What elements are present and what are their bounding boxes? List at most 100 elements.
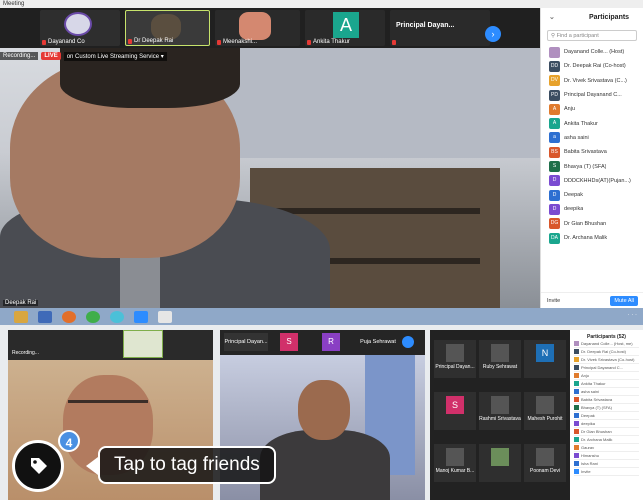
participant-row[interactable]: PD Principal Dayanand C... <box>541 88 643 102</box>
participant-row[interactable]: a asha saini <box>541 131 643 145</box>
participant-row[interactable]: Himanshu <box>574 452 639 460</box>
participant-name: Dr. Archana Malik <box>564 235 608 241</box>
chevron-down-icon[interactable]: ⌄ <box>549 13 555 21</box>
participant-row[interactable]: A Anju <box>541 102 643 116</box>
participant-row[interactable]: A Ankita Thakur <box>541 116 643 130</box>
participant-avatar: DA <box>549 232 560 244</box>
invite-button[interactable]: Invite <box>547 298 560 304</box>
live-stream-bar: Recording... LIVE on Custom Live Streami… <box>0 50 167 62</box>
next-page-arrow-icon[interactable]: › <box>485 26 501 42</box>
folder-icon[interactable] <box>14 310 28 323</box>
participant-search-input[interactable]: ⚲ Find a participant <box>547 30 637 41</box>
participant-row[interactable]: Babita Srivastava <box>574 396 639 404</box>
gallery-tile[interactable]: Poonam Devi <box>524 444 566 482</box>
participant-row[interactable]: Dr. Archana Malik <box>574 436 639 444</box>
participant-row[interactable]: Isha Rani <box>574 460 639 468</box>
speaker-suit <box>260 430 390 500</box>
tile-avatar <box>536 448 554 466</box>
paint-icon[interactable] <box>158 310 172 323</box>
participant-row[interactable]: D Deepak <box>541 188 643 202</box>
participant-avatar: PD <box>549 89 560 101</box>
gallery-tile[interactable]: N <box>524 340 566 378</box>
participant-row[interactable]: DV Dr. Vivek Srivastava (C...) <box>541 74 643 88</box>
participant-row[interactable]: Bhavya (T) (SFA) <box>574 404 639 412</box>
speaker-name-label: Deepak Rai <box>3 300 39 306</box>
participant-row[interactable]: Dr. Deepak Rai (Co-host) <box>574 348 639 356</box>
video-thumbnail[interactable]: Meenakshi... <box>215 10 300 46</box>
tile-avatar: N <box>536 344 554 362</box>
participant-row[interactable]: Deepak <box>574 412 639 420</box>
live-service-dropdown[interactable]: on Custom Live Streaming Service ▾ <box>63 51 167 61</box>
system-tray: · · · <box>627 312 637 318</box>
gallery-tile[interactable]: Ruby Sehrawat <box>479 340 521 378</box>
video-thumbnail[interactable]: A Ankita Thakur <box>305 10 385 46</box>
gallery-tile[interactable]: S <box>434 392 476 430</box>
participant-name: Deepak <box>564 192 583 199</box>
participant-avatar: A <box>333 12 359 38</box>
participant-name: asha saini <box>564 134 589 141</box>
participant-row[interactable]: D DDDCKHHDs(AT)(Pujan...) <box>541 174 643 188</box>
tag-friends-tooltip[interactable]: Tap to tag friends <box>98 446 276 484</box>
zoom-icon[interactable] <box>134 310 148 323</box>
participant-row[interactable]: Dr. Vivek Srivastava (Co-host) <box>574 356 639 364</box>
participant-row[interactable]: Ddeepika <box>541 202 643 216</box>
panel-footer: Invite Mute All <box>541 292 643 308</box>
participant-name: Dr Gian Bhushan <box>581 429 612 434</box>
browser-icon[interactable] <box>110 310 124 323</box>
participant-avatar <box>574 405 579 411</box>
media-icon[interactable] <box>38 310 52 323</box>
participant-avatar <box>574 381 579 387</box>
video-thumbnail[interactable]: Dayanand Co <box>40 10 120 46</box>
gallery-tile[interactable]: Mahesh Purohit <box>524 392 566 430</box>
participant-row[interactable]: asha saini <box>574 388 639 396</box>
gallery-tile[interactable]: Rashmi Srivastava <box>479 392 521 430</box>
participant-name: Anju <box>564 106 576 113</box>
screenshot-thumbnail-3: Principal Dayan... Ruby Sehrawat N S Rashmi … <box>430 330 643 500</box>
participant-row[interactable]: Anju <box>574 372 639 380</box>
participant-row[interactable]: Ankita Thakur <box>574 380 639 388</box>
participant-avatar: A <box>549 118 560 130</box>
participant-row[interactable]: BS Babita Srivastava <box>541 145 643 159</box>
muted-mic-icon <box>392 40 396 45</box>
mute-all-button[interactable]: Mute All <box>610 295 638 306</box>
participant-row[interactable]: Dayanand Colle... (Host, me) <box>574 340 639 348</box>
gallery-tile[interactable] <box>479 444 521 482</box>
participant-video <box>239 12 271 40</box>
participant-name: Dr. Deepak Rai (Co-host) <box>564 63 626 70</box>
muted-mic-icon <box>217 40 221 45</box>
chrome-icon[interactable] <box>86 310 100 323</box>
participant-name: Deepak <box>581 413 595 418</box>
tile-label: Mahesh Purohit <box>527 416 563 422</box>
participant-row[interactable]: Principal Dayanand C... <box>574 364 639 372</box>
participant-row[interactable]: Gaurav <box>574 444 639 452</box>
participant-row[interactable]: deepika <box>574 420 639 428</box>
tile-label: Principal Dayan... <box>224 333 268 351</box>
participant-row[interactable]: DA Dr. Archana Malik <box>541 231 643 245</box>
participant-avatar: S <box>549 161 560 173</box>
participant-row[interactable]: DG Dr Gian Bhushan <box>541 217 643 231</box>
participant-name: Principal Dayanand C... <box>581 365 624 370</box>
participant-avatar: DV <box>549 75 560 87</box>
participant-avatar: D <box>549 189 560 201</box>
participant-row[interactable]: Dayanand Colle... (Host) <box>541 45 643 59</box>
video-thumbnail[interactable]: Dr Deepak Rai <box>125 10 210 46</box>
tile-avatar <box>536 396 554 414</box>
participant-name: Principal Dayanand C... <box>564 92 622 99</box>
gallery-tile[interactable]: Manoj Kumar B... <box>434 444 476 482</box>
participant-row[interactable]: Dr Gian Bhushan <box>574 428 639 436</box>
participant-row[interactable]: DD Dr. Deepak Rai (Co-host) <box>541 59 643 73</box>
video-thumbnail[interactable]: Principal Dayan... <box>390 10 490 46</box>
participant-name: Ankita Thakur <box>564 120 598 127</box>
tag-friends-button[interactable]: 4 <box>12 430 80 492</box>
participant-name: Dayanand Colle... (Host) <box>564 49 625 56</box>
participant-row[interactable]: S Bhavya (T) (SFA) <box>541 159 643 173</box>
tile-avatar <box>491 344 509 362</box>
gallery-tile[interactable]: Principal Dayan... <box>434 340 476 378</box>
thumbnail-label: Meenakshi... <box>223 39 258 45</box>
next-page-arrow-icon[interactable] <box>402 336 414 348</box>
participant-avatar <box>574 397 579 403</box>
participant-row[interactable]: Invite <box>574 468 639 476</box>
muted-mic-icon <box>128 39 132 44</box>
firefox-icon[interactable] <box>62 310 76 323</box>
tile-avatar <box>491 448 509 466</box>
